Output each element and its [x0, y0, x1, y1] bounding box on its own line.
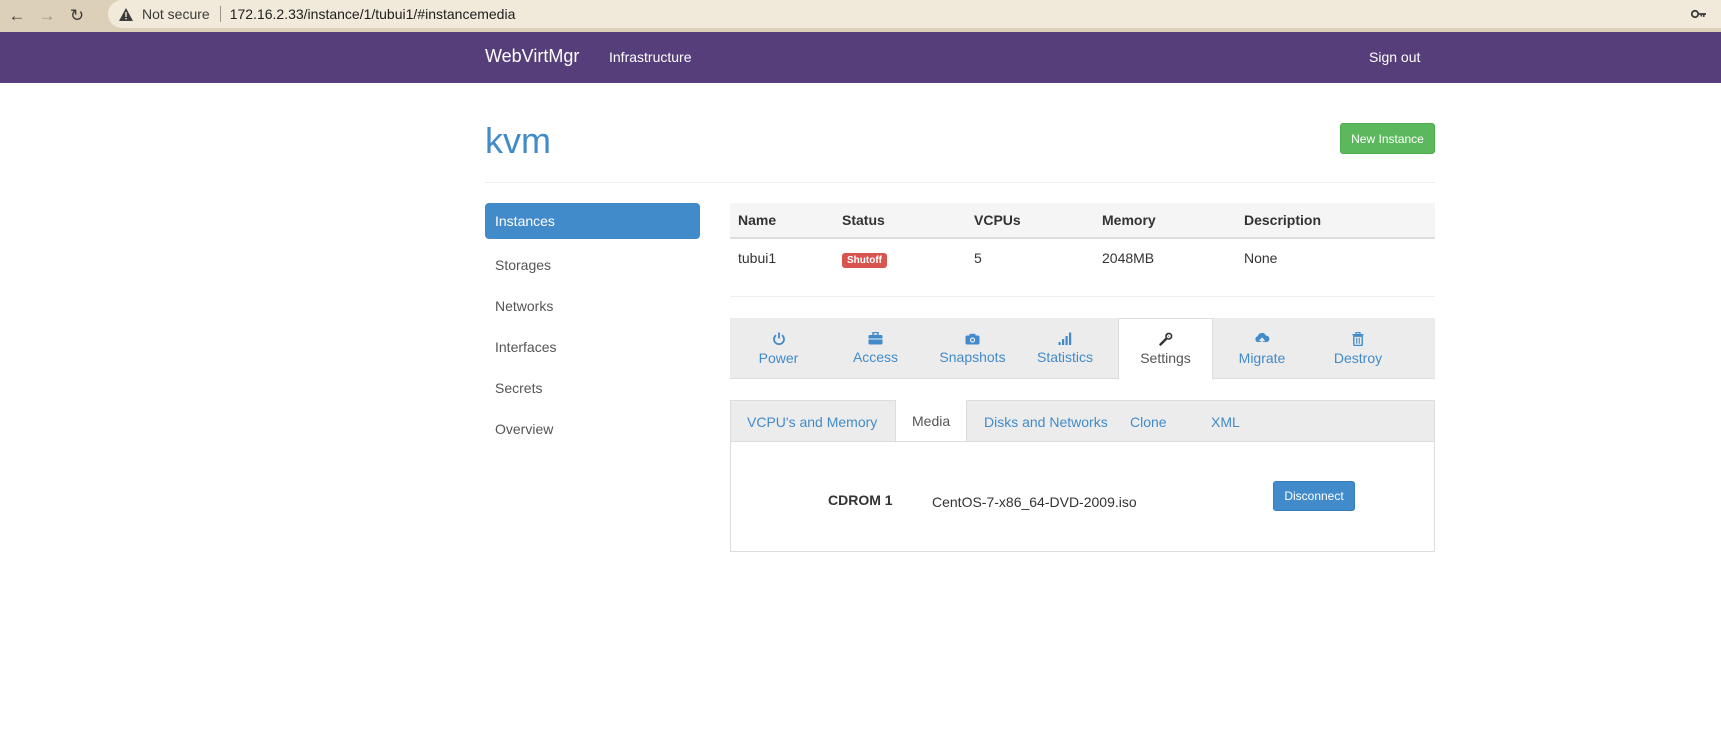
sidebar-item-overview[interactable]: Overview	[485, 408, 700, 449]
key-icon[interactable]	[1690, 6, 1707, 23]
column-header-memory: Memory	[1102, 212, 1156, 228]
divider	[219, 6, 221, 22]
subtab-media[interactable]: Media	[895, 400, 968, 443]
tab-migrate[interactable]: Migrate	[1214, 318, 1310, 379]
sidebar-item-networks[interactable]: Networks	[485, 285, 700, 326]
tab-statistics[interactable]: Statistics	[1021, 318, 1109, 379]
tab-statistics-label: Statistics	[1036, 349, 1093, 365]
sidebar-item-interfaces[interactable]: Interfaces	[485, 326, 700, 367]
top-navbar: WebVirtMgr Infrastructure Sign out	[0, 32, 1721, 83]
instance-name: tubui1	[738, 250, 777, 266]
nav-infrastructure[interactable]: Infrastructure	[609, 49, 691, 65]
sidebar-item-instances[interactable]: Instances	[485, 203, 700, 239]
trash-icon	[1352, 331, 1364, 346]
memory-cell: 2048MB	[1102, 250, 1155, 266]
media-panel: CDROM 1 CentOS-7-x86_64-DVD-2009.iso Dis…	[730, 441, 1435, 552]
new-instance-button[interactable]: New Instance	[1340, 123, 1435, 154]
address-bar[interactable]: Not secure 172.16.2.33/instance/1/tubui1…	[108, 0, 1721, 28]
camera-icon	[965, 333, 980, 344]
forward-icon[interactable]: →	[34, 3, 60, 29]
table-row: tubui1 Shutoff 5 2048MB None	[730, 239, 1435, 277]
page-title: kvm	[485, 120, 551, 161]
sidebar-item-storages[interactable]: Storages	[485, 244, 700, 285]
tab-power-label: Power	[758, 349, 799, 366]
column-header-description: Description	[1244, 212, 1322, 228]
cloud-upload-icon	[1255, 332, 1270, 345]
tab-access-label: Access	[852, 349, 899, 365]
subtab-clone[interactable]: Clone	[1114, 401, 1183, 442]
sign-out-link[interactable]: Sign out	[1369, 49, 1420, 65]
url-text[interactable]: 172.16.2.33/instance/1/tubui1/#instancem…	[230, 6, 516, 22]
power-icon	[772, 332, 785, 345]
subtab-xml[interactable]: XML	[1195, 401, 1256, 442]
subtab-disks-networks[interactable]: Disks and Networks	[968, 401, 1124, 442]
table-divider	[730, 296, 1435, 297]
column-header-status: Status	[842, 212, 885, 228]
vcpus-cell: 5	[974, 250, 982, 266]
disconnect-button[interactable]: Disconnect	[1273, 481, 1355, 511]
header-divider	[485, 182, 1435, 183]
status-badge: Shutoff	[842, 253, 887, 268]
warning-icon	[118, 6, 134, 22]
reload-icon[interactable]: ↻	[64, 3, 90, 29]
brand-link[interactable]: WebVirtMgr	[485, 46, 579, 67]
tab-snapshots[interactable]: Snapshots	[924, 318, 1021, 379]
cdrom-image-name: CentOS-7-x86_64-DVD-2009.iso	[932, 494, 1137, 510]
tab-power[interactable]: Power	[730, 318, 827, 379]
sidebar: Instances Storages Networks Interfaces S…	[485, 203, 700, 449]
action-tabs: Power Access Snapshots Statistics Settin…	[730, 318, 1435, 380]
tab-settings[interactable]: Settings	[1118, 318, 1213, 380]
briefcase-icon	[868, 332, 883, 345]
description-cell: None	[1244, 250, 1278, 266]
column-header-name: Name	[738, 212, 777, 228]
back-icon[interactable]: ←	[4, 3, 30, 29]
subtab-vcpu-memory[interactable]: VCPU's and Memory	[731, 401, 893, 442]
tab-migrate-label: Migrate	[1238, 349, 1286, 366]
signal-icon	[1058, 332, 1072, 345]
browser-toolbar: ← → ↻ Not secure 172.16.2.33/instance/1/…	[0, 0, 1721, 32]
tab-destroy-label: Destroy	[1333, 349, 1383, 366]
column-header-vcpus: VCPUs	[974, 212, 1021, 228]
tab-snapshots-label: Snapshots	[939, 348, 1006, 365]
tab-access[interactable]: Access	[827, 318, 924, 379]
tab-settings-label: Settings	[1140, 350, 1191, 366]
wrench-icon	[1158, 332, 1172, 346]
table-header: Name Status VCPUs Memory Description	[730, 203, 1435, 239]
instance-table: Name Status VCPUs Memory Description tub…	[730, 203, 1435, 277]
settings-subtabs: VCPU's and Memory Media Disks and Networ…	[730, 400, 1435, 443]
sidebar-item-secrets[interactable]: Secrets	[485, 367, 700, 408]
tab-destroy[interactable]: Destroy	[1310, 318, 1406, 379]
security-label[interactable]: Not secure	[142, 6, 210, 22]
status-cell: Shutoff	[842, 250, 974, 268]
cdrom-label: CDROM 1	[828, 492, 893, 508]
